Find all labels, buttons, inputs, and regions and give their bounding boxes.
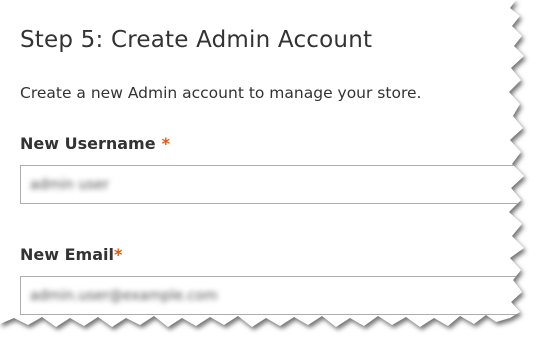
username-input[interactable]: [20, 165, 524, 204]
email-required-mark: *: [113, 245, 123, 264]
email-field-wrapper: admin.user@example.com: [20, 276, 524, 315]
step-description: Create a new Admin account to manage you…: [20, 84, 422, 102]
username-field-wrapper: admin user: [20, 165, 524, 204]
username-label: New Username *: [20, 134, 170, 153]
username-label-text: New Username: [20, 134, 156, 153]
email-input[interactable]: [20, 276, 524, 315]
username-required-mark: *: [161, 134, 170, 153]
email-label-text: New Email: [20, 245, 114, 264]
email-label: New Email*: [20, 245, 122, 264]
torn-screenshot-frame: Step 5: Create Admin Account Create a ne…: [0, 0, 544, 350]
setup-panel: Step 5: Create Admin Account Create a ne…: [0, 0, 524, 327]
page-title: Step 5: Create Admin Account: [20, 27, 373, 53]
